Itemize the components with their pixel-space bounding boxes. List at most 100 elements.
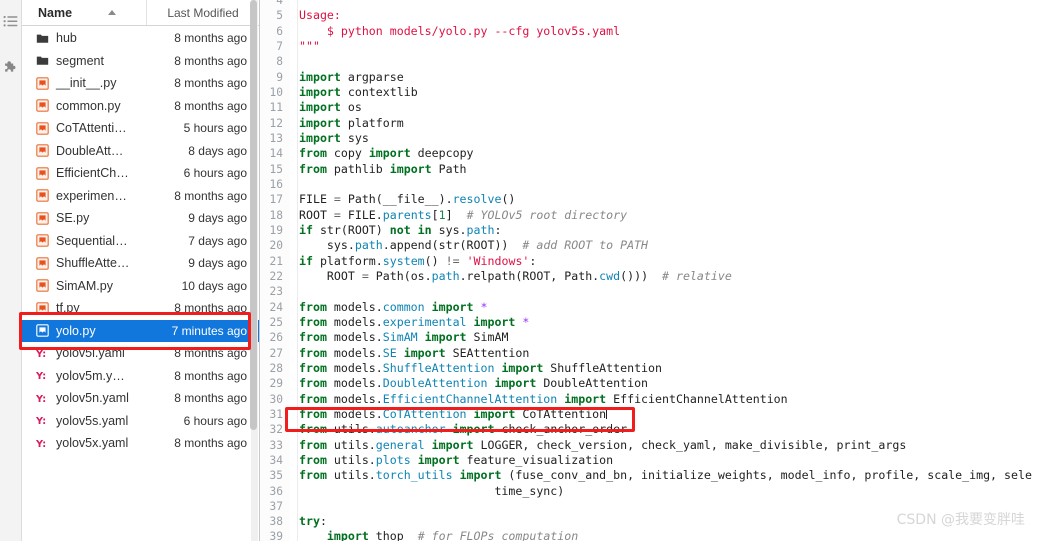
line-number: 32 [260, 422, 290, 438]
code-line-text: from models.ShuffleAttention import Shuf… [299, 360, 662, 375]
code-line-text: if str(ROOT) not in sys.path: [299, 222, 502, 237]
file-modified-cell: 6 hours ago [183, 413, 247, 428]
code-line-text: from pathlib import Path [299, 161, 467, 176]
file-list-item[interactable]: tf.py 8 months ago [22, 297, 259, 320]
file-list-item[interactable]: DoubleAtt… 8 days ago [22, 140, 259, 163]
python-file-icon [36, 324, 49, 338]
file-list-scrollbar-thumb[interactable] [250, 0, 257, 430]
python-file-icon [36, 99, 49, 113]
file-list-item[interactable]: Y: yolov5s.yaml 6 hours ago [22, 410, 259, 433]
file-list-item[interactable]: EfficientCh… 6 hours ago [22, 162, 259, 185]
file-modified-cell: 8 months ago [174, 188, 247, 203]
file-modified-cell: 10 days ago [181, 278, 247, 293]
file-list-scrollbar-track[interactable] [250, 0, 258, 541]
file-name-cell: Sequential… [36, 234, 147, 248]
code-editor[interactable]: 4 5 Usage: 6 $ python models/yolo.py --cfg … [260, 0, 1047, 541]
code-line-text: if platform.system() != 'Windows': [299, 253, 537, 268]
file-name-label: DoubleAtt… [56, 143, 124, 158]
line-number: 20 [260, 238, 290, 254]
line-number: 18 [260, 207, 290, 223]
code-line: 11 import os [260, 100, 1047, 116]
folder-file-icon [36, 32, 49, 45]
line-number: 16 [260, 176, 290, 193]
code-line: 13 import sys [260, 130, 1047, 147]
file-list-item[interactable]: ShuffleAtte… 9 days ago [22, 252, 259, 275]
code-line: 32 from utils.autoanchor import check_anc… [260, 422, 1047, 438]
yaml-file-icon: Y: [36, 369, 49, 382]
file-name-cell: hub [36, 31, 147, 45]
file-name-cell: __init__.py [36, 76, 147, 90]
line-number: 35 [260, 468, 290, 484]
text-cursor [606, 407, 608, 419]
file-name-cell: DoubleAtt… [36, 144, 147, 158]
file-list-item[interactable]: Sequential… 7 days ago [22, 230, 259, 253]
code-line: 9 import argparse [260, 69, 1047, 85]
code-line: 29 from models.DoubleAttention import Dou… [260, 376, 1047, 392]
file-modified-cell: 9 days ago [188, 211, 247, 226]
code-content[interactable]: 4 5 Usage: 6 $ python models/yolo.py --cfg … [260, 0, 1047, 541]
code-line-text: from copy import deepcopy [299, 146, 474, 161]
code-line: 33 from utils.general import LOGGER, chec… [260, 437, 1047, 453]
code-line: 22 ROOT = Path(os.path.relpath(ROOT, Pat… [260, 268, 1047, 285]
file-list-item[interactable]: Y: yolov5l.yaml 8 months ago [22, 342, 259, 365]
file-list-item[interactable]: common.py 8 months ago [22, 95, 259, 118]
code-line-text [290, 284, 1047, 299]
file-modified-cell: 8 months ago [174, 301, 247, 316]
file-list-item[interactable]: SimAM.py 10 days ago [22, 275, 259, 298]
code-line-text: FILE = Path(__file__).resolve() [299, 192, 516, 207]
line-number: 14 [260, 146, 290, 162]
file-list-item[interactable]: experimen… 8 months ago [22, 185, 259, 208]
file-name-cell: EfficientCh… [36, 166, 147, 180]
line-number: 27 [260, 345, 290, 361]
code-line: 5 Usage: [260, 8, 1047, 24]
python-file-icon [36, 144, 49, 158]
file-list-item[interactable]: Y: yolov5n.yaml 8 months ago [22, 387, 259, 410]
file-list-item[interactable]: __init__.py 8 months ago [22, 72, 259, 95]
file-list-item[interactable]: Y: yolov5x.yaml 8 months ago [22, 432, 259, 455]
extensions-icon[interactable] [3, 60, 19, 76]
python-file-icon [36, 256, 49, 270]
file-name-label: ShuffleAtte… [56, 256, 130, 271]
line-number: 28 [260, 360, 290, 377]
column-header-name[interactable]: Name [22, 0, 147, 25]
file-name-cell: SE.py [36, 211, 147, 225]
file-list-item[interactable]: segment 8 months ago [22, 50, 259, 73]
file-list-header: Name Last Modified [22, 0, 259, 26]
line-number: 17 [260, 192, 290, 208]
column-header-modified[interactable]: Last Modified [147, 0, 259, 25]
code-line-text: from models.DoubleAttention import Doubl… [299, 376, 649, 391]
code-line-text: from models.EfficientChannelAttention im… [299, 391, 788, 406]
code-line: 8 [260, 54, 1047, 70]
python-file-icon [36, 121, 49, 135]
line-number: 8 [260, 54, 290, 70]
code-line: 18 ROOT = FILE.parents[1] # YOLOv5 root d… [260, 207, 1047, 223]
file-list: hub 8 months ago segment 8 months ago __init… [22, 26, 259, 541]
code-line-text: import os [299, 100, 362, 115]
file-list-item[interactable]: hub 8 months ago [22, 27, 259, 50]
line-number: 5 [260, 8, 290, 24]
code-line-text: Usage: [299, 8, 341, 23]
file-list-item[interactable]: CoTAttenti… 5 hours ago [22, 117, 259, 140]
code-line-text: from utils.general import LOGGER, check_… [299, 437, 907, 452]
line-number: 6 [260, 23, 290, 39]
code-line: 23 [260, 284, 1047, 300]
svg-text:Y:: Y: [36, 439, 46, 450]
file-modified-cell: 8 days ago [188, 143, 247, 158]
line-number: 37 [260, 498, 290, 515]
yaml-file-icon: Y: [36, 347, 49, 360]
file-modified-cell: 8 months ago [174, 391, 247, 406]
file-list-item[interactable]: Y: yolov5m.y… 8 months ago [22, 365, 259, 388]
file-list-item[interactable]: SE.py 9 days ago [22, 207, 259, 230]
code-line: 17 FILE = Path(__file__).resolve() [260, 192, 1047, 208]
code-line: 27 from models.SE import SEAttention [260, 345, 1047, 361]
line-number: 31 [260, 406, 290, 423]
code-line-text: ROOT = Path(os.path.relpath(ROOT, Path.c… [299, 268, 732, 283]
file-name-cell: Y: yolov5m.y… [36, 369, 147, 383]
file-name-cell: Y: yolov5x.yaml [36, 436, 147, 450]
file-modified-cell: 6 hours ago [183, 166, 247, 181]
file-browser-icon[interactable] [3, 14, 19, 30]
code-line-text: import sys [299, 130, 369, 145]
code-line: 14 from copy import deepcopy [260, 146, 1047, 162]
file-list-item[interactable]: yolo.py 7 minutes ago [22, 319, 259, 342]
file-modified-cell: 8 months ago [174, 76, 247, 91]
